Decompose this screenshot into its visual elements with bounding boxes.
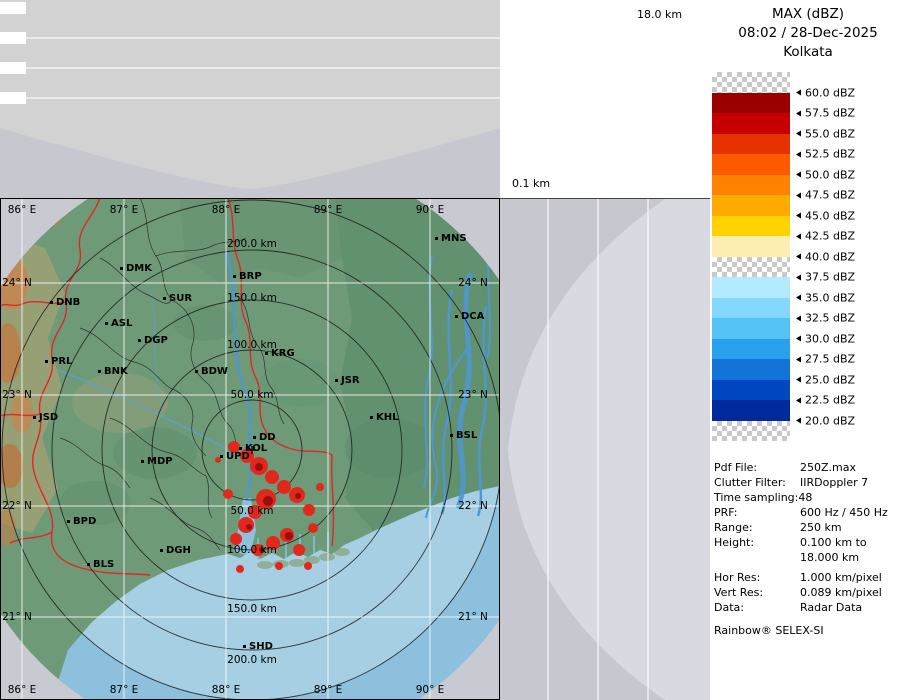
info-label: Clutter Filter:	[714, 475, 800, 490]
legend-value-label: 37.5 dBZ	[796, 271, 855, 284]
legend-value-label: 35.0 dBZ	[796, 291, 855, 304]
legend-value-label: 30.0 dBZ	[796, 332, 855, 345]
info-label: Range:	[714, 520, 800, 535]
info-label: Height:	[714, 535, 800, 550]
min-height-label: 0.1 km	[512, 177, 550, 190]
map-panel: 200.0 km150.0 km100.0 km50.0 km50.0 km10…	[0, 198, 500, 700]
legend-value-label: 45.0 dBZ	[796, 209, 855, 222]
top-cross-section-panel	[0, 0, 500, 198]
legend-value-label: 55.0 dBZ	[796, 127, 855, 140]
info-row: Hor Res:1.000 km/pixel	[714, 570, 888, 585]
info-label: Data:	[714, 600, 800, 615]
legend-value-label: 22.5 dBZ	[796, 394, 855, 407]
info-value: 250Z.max	[800, 460, 856, 475]
corner-axis-panel: 18.0 km 0.1 km	[500, 0, 710, 198]
max-height-label: 18.0 km	[637, 8, 682, 21]
legend-panel: MAX (dBZ) 08:02 / 28-Dec-2025 Kolkata 60…	[710, 0, 906, 700]
info-row: Time sampling:48	[714, 490, 888, 505]
info-label: Time sampling:48	[714, 490, 800, 505]
legend-value-label: 20.0 dBZ	[796, 414, 855, 427]
radar-display-window: 18.0 km 0.1 km	[0, 0, 906, 700]
info-value: 600 Hz / 450 Hz	[800, 505, 888, 520]
info-label: Pdf File:	[714, 460, 800, 475]
side-cross-section-graphic	[500, 199, 710, 700]
legend-value-label: 25.0 dBZ	[796, 373, 855, 386]
legend-value-label: 52.5 dBZ	[796, 148, 855, 161]
info-label: Vert Res:	[714, 585, 800, 600]
info-row: PRF:600 Hz / 450 Hz	[714, 505, 888, 520]
info-label	[714, 550, 800, 565]
legend-value-label: 27.5 dBZ	[796, 353, 855, 366]
info-row: Pdf File:250Z.max	[714, 460, 888, 475]
side-cross-section-panel	[500, 198, 710, 700]
info-rows: Pdf File:250Z.maxClutter Filter:IIRDoppl…	[714, 460, 888, 615]
info-label: Hor Res:	[714, 570, 800, 585]
info-value: 18.000 km	[800, 550, 859, 565]
info-row: 18.000 km	[714, 550, 888, 565]
info-value: IIRDoppler 7	[800, 475, 868, 490]
info-value: Radar Data	[800, 600, 862, 615]
brand-label: Rainbow® SELEX-SI	[714, 624, 824, 637]
legend-value-label: 42.5 dBZ	[796, 230, 855, 243]
info-value: 0.089 km/pixel	[800, 585, 882, 600]
info-row: Vert Res:0.089 km/pixel	[714, 585, 888, 600]
info-row: Height:0.100 km to	[714, 535, 888, 550]
top-cross-section-graphic	[0, 0, 500, 198]
legend-value-label: 50.0 dBZ	[796, 168, 855, 181]
legend-value-label: 57.5 dBZ	[796, 107, 855, 120]
info-row: Clutter Filter:IIRDoppler 7	[714, 475, 888, 490]
legend-value-label: 60.0 dBZ	[796, 86, 855, 99]
info-row: Range:250 km	[714, 520, 888, 535]
info-value: 250 km	[800, 520, 842, 535]
info-row: Data:Radar Data	[714, 600, 888, 615]
info-value: 1.000 km/pixel	[800, 570, 882, 585]
map-canvas	[0, 198, 500, 700]
legend-value-label: 47.5 dBZ	[796, 189, 855, 202]
info-label: PRF:	[714, 505, 800, 520]
legend-value-label: 40.0 dBZ	[796, 250, 855, 263]
legend-value-label: 32.5 dBZ	[796, 312, 855, 325]
info-value: 0.100 km to	[800, 535, 867, 550]
